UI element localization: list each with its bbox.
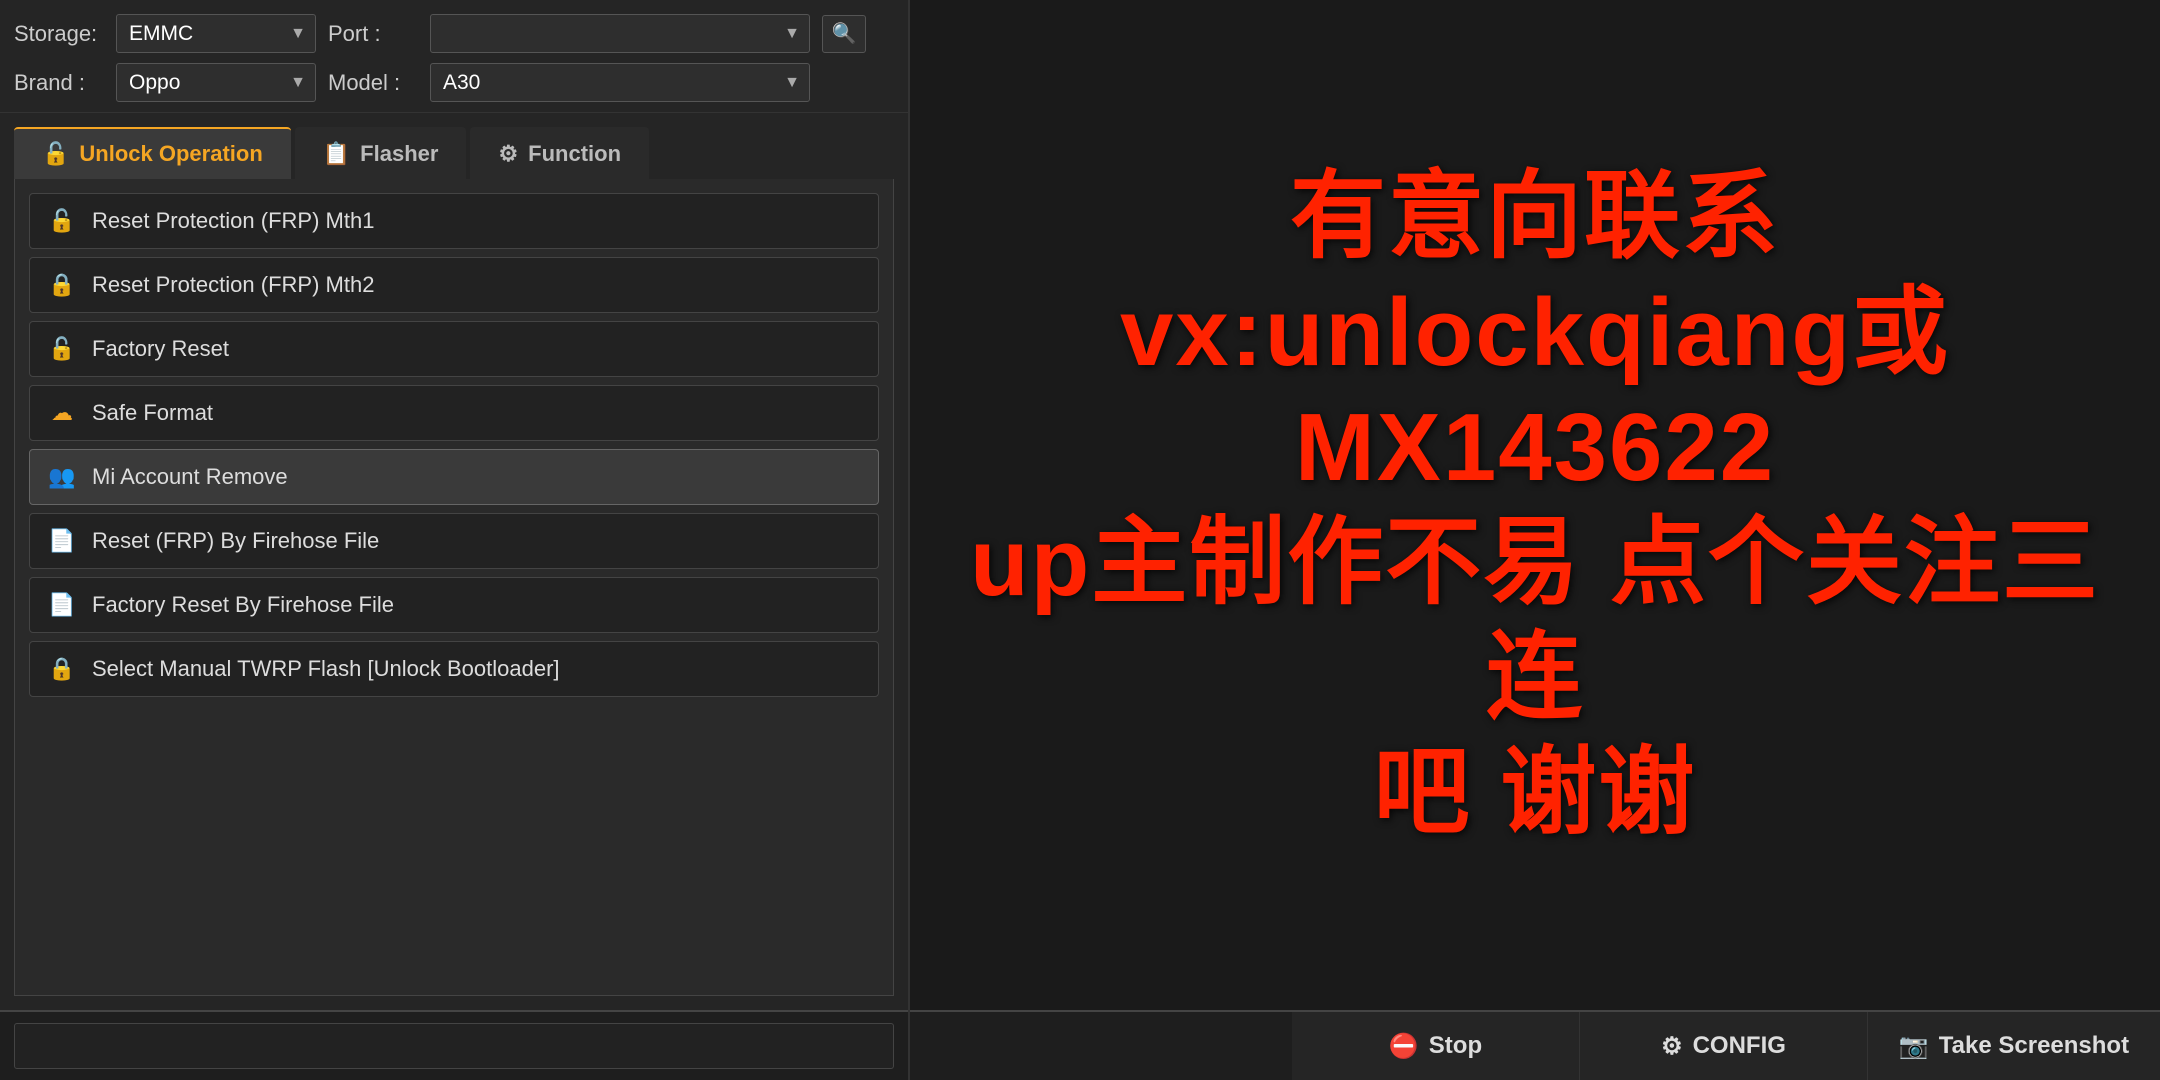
mi-account-label: Mi Account Remove [92, 464, 288, 490]
frp2-label: Reset Protection (FRP) Mth2 [92, 272, 374, 298]
flasher-tab-icon: 📋 [323, 141, 350, 167]
menu-item-factory-firehose[interactable]: 📄 Factory Reset By Firehose File [29, 577, 879, 633]
brand-select-wrapper: Oppo Samsung Xiaomi ▼ [116, 63, 316, 102]
port-select-wrapper: ▼ [430, 14, 810, 53]
menu-item-reset-firehose[interactable]: 📄 Reset (FRP) By Firehose File [29, 513, 879, 569]
storage-label: Storage: [14, 21, 104, 47]
overlay-line-1: 有意向联系vx:unlockqiang或 [950, 159, 2120, 389]
overlay-line-4: 吧 谢谢 [1374, 735, 1697, 850]
reset-firehose-icon: 📄 [48, 528, 76, 554]
tab-function-label: Function [528, 141, 621, 167]
tab-unlock-operation[interactable]: 🔓 Unlock Operation [14, 127, 291, 179]
port-search-button[interactable]: 🔍 [822, 15, 866, 53]
frp1-label: Reset Protection (FRP) Mth1 [92, 208, 374, 234]
factory-firehose-label: Factory Reset By Firehose File [92, 592, 394, 618]
frp1-icon: 🔓 [48, 208, 76, 234]
factory-reset-label: Factory Reset [92, 336, 229, 362]
menu-item-factory-reset[interactable]: 🔓 Factory Reset [29, 321, 879, 377]
mi-account-icon: 👥 [48, 464, 76, 490]
screenshot-button[interactable]: 📷 Take Screenshot [1868, 1012, 2160, 1080]
unlock-tab-icon: 🔓 [42, 141, 69, 167]
config-icon: ⚙ [1661, 1032, 1683, 1061]
left-panel: Storage: EMMC UFS SD ▼ Port : ▼ 🔍 [0, 0, 910, 1080]
model-select-wrapper: A30 A50 A70 ▼ [430, 63, 810, 102]
stop-button[interactable]: ⛔ Stop [1292, 1012, 1580, 1080]
stop-label: Stop [1429, 1032, 1482, 1060]
tab-flasher[interactable]: 📋 Flasher [295, 127, 467, 179]
storage-select-wrapper: EMMC UFS SD ▼ [116, 14, 316, 53]
top-controls: Storage: EMMC UFS SD ▼ Port : ▼ 🔍 [0, 0, 908, 113]
config-label: CONFIG [1693, 1032, 1786, 1060]
factory-reset-icon: 🔓 [48, 336, 76, 362]
log-input[interactable] [14, 1023, 894, 1069]
model-label: Model : [328, 70, 418, 96]
right-content: 有意向联系vx:unlockqiang或 MX143622 up主制作不易 点个… [910, 0, 2160, 1010]
menu-item-twrp-flash[interactable]: 🔒 Select Manual TWRP Flash [Unlock Bootl… [29, 641, 879, 697]
twrp-icon: 🔒 [48, 656, 76, 682]
overlay-line-2: MX143622 [1295, 390, 1775, 505]
reset-firehose-label: Reset (FRP) By Firehose File [92, 528, 379, 554]
overlay-line-3: up主制作不易 点个关注三连 [950, 505, 2120, 735]
menu-item-frp-mth2[interactable]: 🔒 Reset Protection (FRP) Mth2 [29, 257, 879, 313]
safe-format-icon: ☁ [48, 400, 76, 426]
port-select[interactable] [430, 14, 810, 53]
model-select[interactable]: A30 A50 A70 [430, 63, 810, 102]
config-button[interactable]: ⚙ CONFIG [1580, 1012, 1868, 1080]
port-label: Port : [328, 21, 418, 47]
brand-select[interactable]: Oppo Samsung Xiaomi [116, 63, 316, 102]
bottom-log-bar [0, 1010, 908, 1080]
action-bar: ⛔ Stop ⚙ CONFIG 📷 Take Screenshot [910, 1010, 2160, 1080]
brand-row: Brand : Oppo Samsung Xiaomi ▼ Model : A3… [14, 63, 894, 102]
tabs-row: 🔓 Unlock Operation 📋 Flasher ⚙ Function [0, 113, 908, 179]
overlay-text: 有意向联系vx:unlockqiang或 MX143622 up主制作不易 点个… [910, 0, 2160, 1010]
storage-row: Storage: EMMC UFS SD ▼ Port : ▼ 🔍 [14, 14, 894, 53]
menu-item-frp-mth1[interactable]: 🔓 Reset Protection (FRP) Mth1 [29, 193, 879, 249]
tab-flasher-label: Flasher [360, 141, 438, 167]
tab-unlock-label: Unlock Operation [79, 141, 262, 167]
function-tab-icon: ⚙ [498, 141, 518, 167]
tab-function[interactable]: ⚙ Function [470, 127, 649, 179]
factory-firehose-icon: 📄 [48, 592, 76, 618]
stop-icon: ⛔ [1389, 1032, 1419, 1061]
right-panel: 有意向联系vx:unlockqiang或 MX143622 up主制作不易 点个… [910, 0, 2160, 1080]
menu-item-mi-account[interactable]: 👥 Mi Account Remove [29, 449, 879, 505]
screenshot-label: Take Screenshot [1939, 1032, 2129, 1060]
storage-select[interactable]: EMMC UFS SD [116, 14, 316, 53]
safe-format-label: Safe Format [92, 400, 213, 426]
menu-item-safe-format[interactable]: ☁ Safe Format [29, 385, 879, 441]
camera-icon: 📷 [1899, 1032, 1929, 1061]
brand-label: Brand : [14, 70, 104, 96]
frp2-icon: 🔒 [48, 272, 76, 298]
twrp-label: Select Manual TWRP Flash [Unlock Bootloa… [92, 656, 560, 682]
action-bar-spacer [910, 1012, 1292, 1080]
menu-list: 🔓 Reset Protection (FRP) Mth1 🔒 Reset Pr… [15, 179, 893, 711]
search-icon: 🔍 [832, 21, 857, 46]
content-area: 🔓 Reset Protection (FRP) Mth1 🔒 Reset Pr… [14, 179, 894, 996]
